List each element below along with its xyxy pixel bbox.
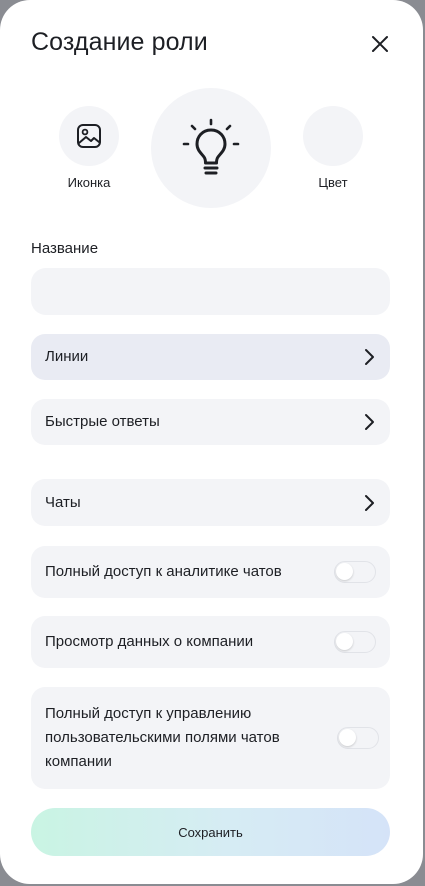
toggle-knob xyxy=(339,729,356,746)
lines-row-label: Линии xyxy=(45,348,89,365)
quick-replies-row-label: Быстрые ответы xyxy=(45,413,160,430)
modal-title: Создание роли xyxy=(31,28,208,56)
chats-row[interactable]: Чаты xyxy=(31,479,390,526)
custom-fields-access-row: Полный доступ к управлению пользовательс… xyxy=(31,687,390,789)
selected-icon-preview xyxy=(151,88,271,208)
color-picker-button[interactable] xyxy=(303,106,363,166)
icon-label: Иконка xyxy=(67,175,111,190)
close-icon xyxy=(372,36,388,52)
custom-fields-access-label: Полный доступ к управлению пользовательс… xyxy=(45,705,280,770)
chevron-right-icon xyxy=(362,348,376,366)
save-button[interactable]: Сохранить xyxy=(31,808,390,856)
lines-row[interactable]: Линии xyxy=(31,334,390,380)
toggle-knob xyxy=(336,563,353,580)
chevron-right-icon xyxy=(362,413,376,431)
name-input[interactable] xyxy=(31,268,390,315)
close-button[interactable] xyxy=(366,30,394,58)
company-data-view-toggle[interactable] xyxy=(334,631,376,653)
name-field-label: Название xyxy=(31,240,99,257)
chats-row-label: Чаты xyxy=(45,493,81,511)
image-icon xyxy=(77,124,101,148)
chevron-right-icon xyxy=(362,494,376,512)
company-data-view-row: Просмотр данных о компании xyxy=(31,616,390,668)
custom-fields-access-toggle[interactable] xyxy=(337,727,379,749)
chat-analytics-access-toggle[interactable] xyxy=(334,561,376,583)
color-label: Цвет xyxy=(318,175,348,190)
company-data-view-label: Просмотр данных о компании xyxy=(45,633,254,650)
toggle-knob xyxy=(336,633,353,650)
lightbulb-icon xyxy=(182,118,240,175)
icon-picker-button[interactable] xyxy=(59,106,119,166)
chat-analytics-access-row: Полный доступ к аналитике чатов xyxy=(31,546,390,598)
chat-analytics-access-label: Полный доступ к аналитике чатов xyxy=(45,563,282,580)
create-role-modal: Создание роли Иконка Цвет Название Линии… xyxy=(0,0,423,884)
quick-replies-row[interactable]: Быстрые ответы xyxy=(31,399,390,445)
